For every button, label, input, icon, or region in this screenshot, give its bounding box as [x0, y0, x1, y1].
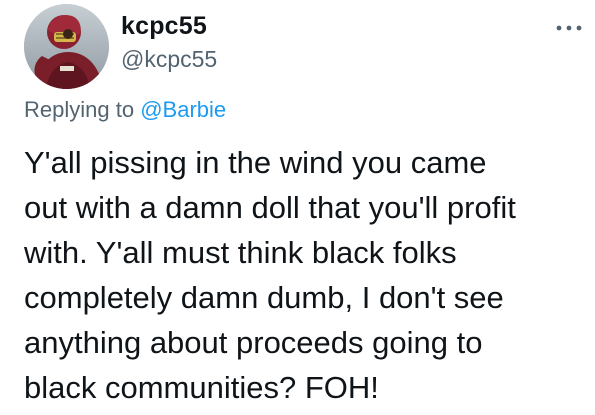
replying-to: Replying to @Barbie	[24, 97, 226, 123]
tweet-text: Y'all pissing in the wind you came out w…	[24, 140, 589, 410]
avatar[interactable]	[24, 4, 109, 89]
replying-to-label: Replying to	[24, 97, 135, 122]
mention-link[interactable]: @Barbie	[140, 97, 226, 122]
tweet-text-line: anything about proceeds going to	[24, 325, 483, 360]
tweet-text-line: black communities? FOH!	[24, 370, 379, 405]
tweet-text-line: completely damn dumb, I don't see	[24, 280, 504, 315]
tweet-text-line: with. Y'all must think black folks	[24, 235, 457, 270]
user-handle[interactable]: @kcpc55	[121, 46, 217, 73]
tweet-text-line: Y'all pissing in the wind you came	[24, 145, 487, 180]
more-options-button[interactable]	[553, 16, 585, 40]
tweet-text-line: out with a damn doll that you'll profit	[24, 190, 516, 225]
tweet-card: kcpc55 @kcpc55 Replying to @Barbie Y'all…	[0, 0, 595, 415]
display-name[interactable]: kcpc55	[121, 12, 207, 41]
more-horizontal-icon	[556, 25, 582, 31]
football-player-photo	[24, 4, 109, 89]
